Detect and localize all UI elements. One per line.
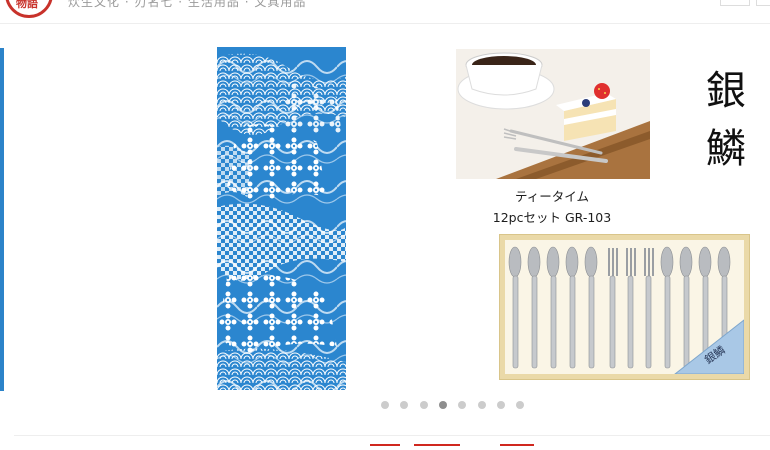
product-title: ティータイム bbox=[514, 189, 589, 204]
svg-text:鱗: 鱗 bbox=[706, 126, 746, 172]
cutlery-product-slide[interactable]: ティータイム 12pcセット GR-103 銀 鱗 銀鱗 bbox=[452, 44, 757, 389]
site-header: 物語 炊生文化 · 刃名七 · 生活用品 · 文具用品 bbox=[0, 0, 770, 24]
previous-slide-edge[interactable] bbox=[0, 48, 4, 391]
gift-box-interior: 銀鱗 bbox=[505, 240, 745, 375]
carousel-dot-2[interactable] bbox=[400, 401, 408, 409]
page: 物語 炊生文化 · 刃名七 · 生活用品 · 文具用品 ティータイム 12pcセ… bbox=[0, 0, 770, 450]
cut-off-footer-nav bbox=[370, 444, 540, 450]
header-button[interactable] bbox=[720, 0, 750, 6]
cutlery-gift-box: 銀鱗 bbox=[499, 234, 750, 380]
image-carousel[interactable]: ティータイム 12pcセット GR-103 銀 鱗 銀鱗 bbox=[0, 26, 770, 409]
svg-text:銀: 銀 bbox=[706, 68, 746, 114]
carousel-dot-8[interactable] bbox=[516, 401, 524, 409]
tenugui-towel-image[interactable] bbox=[217, 47, 346, 390]
carousel-dot-6[interactable] bbox=[478, 401, 486, 409]
header-nav-text[interactable]: 炊生文化 · 刃名七 · 生活用品 · 文具用品 bbox=[68, 0, 306, 10]
logo-text: 物語 bbox=[16, 0, 38, 10]
carousel-dot-3[interactable] bbox=[420, 401, 428, 409]
site-logo[interactable]: 物語 bbox=[5, 0, 53, 18]
carousel-dot-4-active[interactable] bbox=[439, 401, 447, 409]
carousel-dot-5[interactable] bbox=[458, 401, 466, 409]
brand-calligraphy-logo: 銀 鱗 bbox=[700, 52, 752, 182]
carousel-dot-1[interactable] bbox=[381, 401, 389, 409]
teatime-product-photo bbox=[456, 49, 650, 179]
carousel-dot-7[interactable] bbox=[497, 401, 505, 409]
carousel-pagination bbox=[0, 401, 770, 415]
section-divider bbox=[14, 435, 770, 436]
product-model: 12pcセット GR-103 bbox=[492, 210, 612, 225]
header-button-secondary[interactable] bbox=[756, 0, 770, 6]
